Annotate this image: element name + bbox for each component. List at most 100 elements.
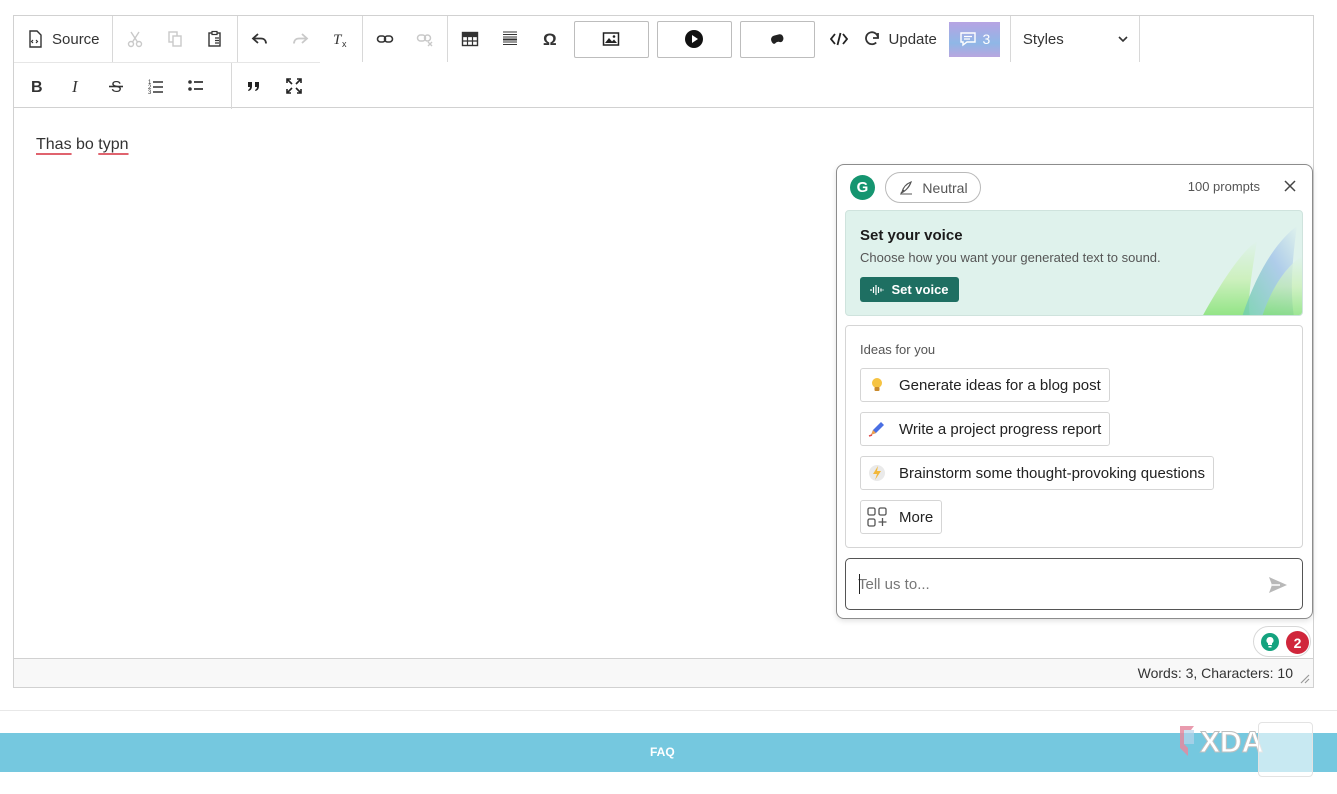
grammarly-floating-button[interactable]: 2 [1253,626,1311,657]
word-count: Words: 3, Characters: 10 [1137,665,1293,681]
faq-link[interactable]: FAQ [650,745,675,759]
idea-item[interactable]: Generate ideas for a blog post [860,368,1110,402]
editor-paragraph[interactable]: Thas bo typn [36,136,129,154]
svg-text:I: I [71,77,79,95]
close-icon[interactable] [1282,178,1298,194]
redo-button[interactable] [280,23,320,55]
document-icon [29,30,42,48]
comment-icon [959,32,976,47]
idea-label: Write a project progress report [899,420,1102,438]
italic-icon: I [71,77,79,95]
special-character-button[interactable]: Ω [530,23,570,55]
bulleted-list-icon [188,79,203,91]
chevron-down-icon [1118,36,1128,43]
idea-item[interactable]: Brainstorm some thought-provoking questi… [860,456,1214,490]
issues-badge: 2 [1286,631,1309,654]
format-group: B I S 123 [14,62,232,109]
misspelled-word[interactable]: Thas [36,136,72,153]
tone-label: Neutral [922,179,968,196]
omega-icon: Ω [543,30,557,48]
source-button[interactable]: Source [16,23,110,55]
copy-button[interactable] [155,23,195,55]
paste-button[interactable] [195,23,235,55]
xda-logo-text: XDA [1200,726,1263,759]
bold-icon: B [31,79,43,95]
toolbar-row-2: B I S 123 [14,62,320,109]
table-button[interactable] [450,23,490,55]
quill-icon [900,180,913,194]
copy-icon [167,31,182,47]
horizontal-line-icon [502,31,517,45]
clipboard-icon [207,30,221,47]
prompt-input-box[interactable] [845,558,1303,610]
grammarly-logo-icon: G [850,175,875,200]
redo-icon [292,33,308,44]
prompts-remaining: 100 prompts [1187,179,1260,194]
editor-status-bar: Words: 3, Characters: 10 [14,658,1313,687]
gamepad-button[interactable] [739,20,815,58]
bold-button[interactable]: B [16,70,56,102]
lightning-icon [867,463,887,483]
idea-label: Generate ideas for a blog post [899,376,1101,394]
grammarly-bulb-icon [1261,633,1279,651]
word: bo [76,136,94,153]
insert-group: Ω Update 3 Styles [448,16,1142,62]
toolbar-row-1: Source T x Ω Update 3 Styles [14,16,1142,62]
update-button[interactable]: Update [859,23,945,55]
svg-text:Ω: Ω [543,30,557,48]
table-icon [461,31,478,47]
grid-plus-icon [867,507,887,527]
strikethrough-button[interactable]: S [96,70,136,102]
undo-button[interactable] [240,23,280,55]
set-voice-button[interactable]: Set voice [860,277,959,302]
grammarly-assistant-panel: G Neutral 100 prompts Set your voice Cho… [836,164,1313,619]
svg-text:B: B [31,79,43,95]
footer-bar: FAQ [0,733,1337,772]
embed-code-button[interactable] [819,23,859,55]
send-icon[interactable] [1266,573,1290,597]
history-group: Tx [238,16,363,62]
resize-handle-icon[interactable] [1300,674,1310,684]
decorative-leaves-icon [1203,226,1302,315]
link-button[interactable] [365,23,405,55]
idea-label: Brainstorm some thought-provoking questi… [899,464,1205,482]
ideas-card: Ideas for you Generate ideas for a blog … [845,325,1303,548]
numbered-list-button[interactable]: 123 [136,70,176,102]
play-icon [685,30,704,48]
image-button[interactable] [573,20,649,58]
divider [0,710,1337,711]
horizontal-line-button[interactable] [490,23,530,55]
quote-icon [248,81,259,91]
text-cursor [859,574,860,594]
maximize-icon [286,77,302,94]
undo-icon [251,33,267,44]
image-icon [602,32,620,46]
pen-icon [867,419,887,439]
link-icon [376,35,393,43]
unlink-button[interactable] [405,23,445,55]
prompt-input[interactable] [858,573,1248,595]
blockquote-button[interactable] [234,70,274,102]
more-ideas-button[interactable]: More [860,500,943,534]
bulleted-list-button[interactable] [176,70,216,102]
gamepad-icon [771,34,784,44]
set-voice-label: Set voice [891,282,949,297]
video-button[interactable] [656,20,732,58]
soundwave-icon [870,284,885,295]
tone-selector[interactable]: Neutral [885,172,981,203]
styles-dropdown[interactable]: Styles [1009,16,1140,62]
svg-text:3: 3 [148,90,152,95]
comments-button[interactable]: 3 [948,21,1000,57]
idea-item[interactable]: Write a project progress report [860,412,1111,446]
lightbulb-icon [867,375,887,395]
misspelled-word[interactable]: typn [98,136,128,153]
italic-button[interactable]: I [56,70,96,102]
maximize-button[interactable] [274,70,314,102]
strikethrough-icon: S [109,79,123,95]
clipboard-group [113,16,238,62]
cut-button[interactable] [115,23,155,55]
editor-toolbar: Source T x Ω Update 3 Styles B I S 1 2 3 [14,16,1313,109]
scroll-to-top-button[interactable] [1258,722,1313,777]
remove-format-button[interactable]: Tx [320,23,360,55]
refresh-icon [864,31,879,46]
